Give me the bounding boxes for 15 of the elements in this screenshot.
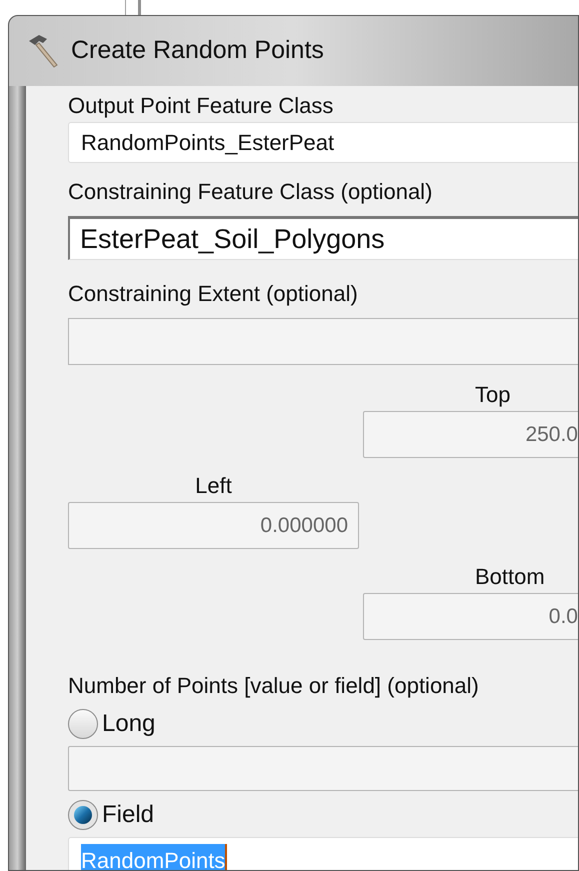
radio-label: Field [102, 800, 154, 830]
input-field[interactable]: RandomPoints_EsterPeat [68, 122, 578, 163]
input-field[interactable]: RandomPoints [68, 837, 578, 870]
radio-button[interactable] [68, 709, 98, 739]
window-title: Create Random Points [71, 35, 324, 66]
field-label: Left [195, 472, 232, 500]
field-label: Number of Points [value or field] (optional) [68, 672, 480, 700]
input-field[interactable]: EsterPeat_Soil_Polygons [68, 216, 578, 260]
field-label: Constraining Feature Class (optional) [68, 178, 434, 206]
field-label: Top [475, 381, 510, 409]
field-label: Constraining Extent (optional) [68, 280, 359, 308]
radio-button[interactable] [68, 800, 98, 830]
field-label: Output Point Feature Class [68, 92, 334, 120]
field-label: Bottom [475, 563, 545, 591]
radio-label: Long [102, 709, 156, 739]
